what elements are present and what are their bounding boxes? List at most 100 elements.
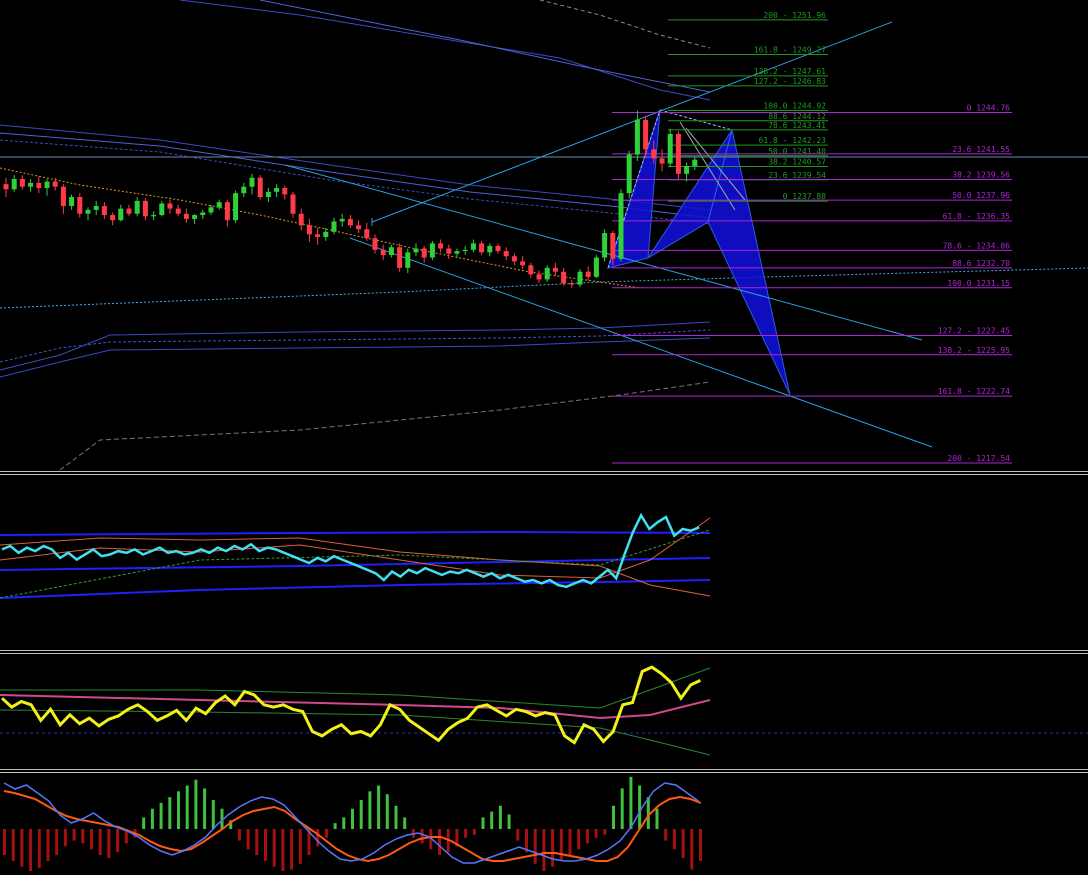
macd-histogram-bar xyxy=(699,829,702,861)
macd-histogram-bar xyxy=(603,829,607,835)
candle-body xyxy=(421,248,427,258)
macd-histogram-bar xyxy=(264,829,267,861)
macd-histogram-bar xyxy=(281,829,285,873)
fib-green-level-label: 161.8 - 1249.27 xyxy=(754,45,826,54)
macd-histogram-bar xyxy=(211,800,215,829)
macd-histogram-bar xyxy=(116,829,120,853)
fib-purple-level-label: 61.8 - 1236.35 xyxy=(943,212,1011,221)
candle-body xyxy=(577,271,583,285)
candle-body xyxy=(536,274,542,280)
macd-histogram-bar xyxy=(377,785,381,829)
candle-body xyxy=(118,208,124,221)
fib-green-level-label: 50.0 1241.40 xyxy=(768,147,826,156)
candle-body xyxy=(306,225,312,235)
macd-histogram-bar xyxy=(63,829,67,847)
candle-body xyxy=(380,249,386,255)
macd-histogram-bar xyxy=(681,829,685,858)
candle-body xyxy=(11,178,17,190)
macd-histogram-bar xyxy=(98,829,102,856)
macd-histogram-bar xyxy=(298,829,302,864)
candle-body xyxy=(610,233,616,259)
candle-body xyxy=(569,283,575,285)
candle-body xyxy=(446,248,452,254)
macd-histogram-bar xyxy=(255,829,259,856)
candle-body xyxy=(126,208,132,214)
candle-body xyxy=(544,267,550,280)
macd-histogram-bar xyxy=(11,829,15,861)
candle-body xyxy=(101,206,107,216)
macd-histogram-bar xyxy=(150,808,154,829)
macd-histogram-bar xyxy=(290,829,294,870)
candle-body xyxy=(397,247,403,268)
fib-purple-level-label: 78.6 - 1234.06 xyxy=(943,241,1011,250)
macd-histogram-bar xyxy=(168,797,172,829)
macd-histogram-bar xyxy=(577,829,581,850)
macd-histogram-bar xyxy=(438,829,441,856)
candle-body xyxy=(347,218,353,226)
candle-body xyxy=(134,200,140,214)
candle-body xyxy=(249,177,255,187)
candle-body xyxy=(93,206,99,210)
candle-body xyxy=(52,181,58,187)
chart-canvas[interactable]: 200 - 1251.96 161.8 - 1249.27 138.2 - 1247… xyxy=(0,0,1088,873)
macd-histogram-bar xyxy=(542,829,546,873)
macd-histogram-bar xyxy=(368,791,372,829)
candle-body xyxy=(183,213,189,219)
macd-histogram-bar xyxy=(629,776,633,829)
macd-histogram-bar xyxy=(420,829,424,844)
fib-green-level-label: 138.2 - 1247.61 xyxy=(754,67,826,76)
macd-histogram-bar xyxy=(185,785,189,829)
macd-histogram-bar xyxy=(194,779,198,829)
candle-body xyxy=(69,197,75,207)
macd-histogram-bar xyxy=(385,794,389,829)
candle-body xyxy=(552,267,558,272)
candle-body xyxy=(233,193,239,221)
candle-body xyxy=(28,182,34,187)
candle-body xyxy=(511,256,517,262)
candle-body xyxy=(593,257,599,277)
candle-body xyxy=(388,247,394,255)
macd-histogram-bar xyxy=(507,814,511,829)
candle-body xyxy=(200,212,206,216)
candle-body xyxy=(44,181,50,188)
macd-histogram-bar xyxy=(672,829,676,850)
macd-histogram-bar xyxy=(29,829,33,873)
macd-histogram-bar xyxy=(664,829,668,841)
macd-histogram-bar xyxy=(159,802,163,829)
candle-body xyxy=(192,215,198,219)
fib-purple-level-label: 50.0 1237.96 xyxy=(952,191,1010,200)
candle-body xyxy=(216,202,222,208)
fib-purple-level-label: 161.8 - 1222.74 xyxy=(938,387,1010,396)
macd-histogram-bar xyxy=(203,788,207,829)
candle-body xyxy=(282,188,288,195)
macd-histogram-bar xyxy=(516,829,520,841)
macd-histogram-bar xyxy=(342,817,346,829)
candle-body xyxy=(224,202,230,221)
candle-body xyxy=(462,249,468,252)
candle-body xyxy=(85,209,91,214)
macd-histogram-bar xyxy=(20,829,24,867)
macd-histogram-bar xyxy=(46,829,50,861)
candle-body xyxy=(585,271,591,277)
macd-histogram-bar xyxy=(472,829,476,835)
candle-body xyxy=(561,271,567,284)
candle-body xyxy=(454,251,460,254)
fib-green-level-label: 127.2 - 1246.83 xyxy=(754,77,826,86)
candle-body xyxy=(257,177,263,198)
candle-body xyxy=(159,203,165,216)
candle-body xyxy=(298,213,304,226)
trading-chart[interactable]: 200 - 1251.96 161.8 - 1249.27 138.2 - 1247… xyxy=(0,0,1088,873)
candle-body xyxy=(487,245,493,253)
macd-histogram-bar xyxy=(559,829,563,861)
candle-body xyxy=(36,182,42,188)
candle-body xyxy=(618,193,624,259)
macd-histogram-bar xyxy=(481,817,485,829)
candle-body xyxy=(503,251,509,257)
candle-body xyxy=(643,119,649,150)
fib-purple-level-label: 138.2 - 1225.95 xyxy=(938,346,1010,355)
candle-body xyxy=(356,225,362,230)
candle-body xyxy=(208,207,214,213)
macd-histogram-bar xyxy=(533,829,537,864)
candle-body xyxy=(339,218,345,222)
macd-histogram-bar xyxy=(655,808,659,829)
